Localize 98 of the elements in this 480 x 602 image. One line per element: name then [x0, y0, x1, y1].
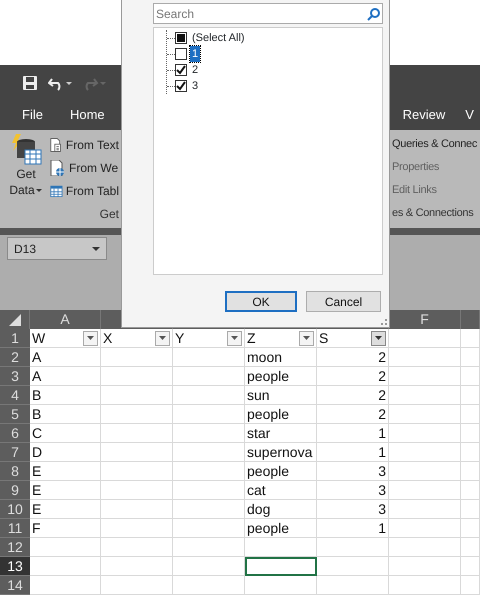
table-cell: dog: [245, 500, 317, 519]
table-cell: cat: [245, 481, 317, 500]
database-icon: [10, 134, 42, 166]
get-data-button[interactable]: Get Data: [8, 134, 44, 208]
ribbon-command[interactable]: From We: [69, 158, 118, 176]
table-cell: B: [30, 386, 101, 405]
ribbon-tab[interactable]: Review: [402, 105, 446, 125]
checkbox[interactable]: [175, 80, 187, 92]
column-header[interactable]: F: [389, 310, 461, 329]
row-header[interactable]: 11: [0, 519, 30, 538]
list-item[interactable]: 2: [190, 62, 200, 78]
save-icon[interactable]: [22, 74, 38, 90]
header-cell: Z: [247, 329, 256, 347]
table-cell: E: [30, 481, 101, 500]
table-cell: 3: [317, 462, 389, 481]
table-cell: F: [30, 519, 101, 538]
ok-button[interactable]: OK: [225, 291, 297, 312]
checkbox[interactable]: [175, 32, 187, 44]
ribbon-command[interactable]: From Text: [66, 136, 119, 154]
table-cell: 1: [317, 519, 389, 538]
table-cell: 2: [317, 405, 389, 424]
column-header[interactable]: A: [30, 310, 101, 329]
header-cell: X: [103, 329, 112, 347]
table-cell: people: [245, 367, 317, 386]
caret-icon: [87, 336, 94, 340]
row-header[interactable]: 1: [0, 329, 30, 348]
table-cell: 3: [317, 500, 389, 519]
search-field[interactable]: Search: [153, 3, 383, 24]
table-cell: E: [30, 462, 101, 481]
caret-icon: [159, 336, 166, 340]
select-all-icon[interactable]: [8, 314, 20, 326]
search-icon[interactable]: [367, 7, 381, 21]
table-cell: moon: [245, 348, 317, 367]
table-cell: E: [30, 500, 101, 519]
table-cell: 3: [317, 481, 389, 500]
row-header[interactable]: 5: [0, 405, 30, 424]
caret-icon: [375, 336, 382, 340]
ribbon-tab[interactable]: V: [465, 105, 474, 125]
caret-icon[interactable]: [92, 246, 100, 250]
table-cell: A: [30, 367, 101, 386]
table-cell: D: [30, 443, 101, 462]
table-cell: people: [245, 405, 317, 424]
table-cell: 2: [317, 348, 389, 367]
caret-icon: [34, 188, 43, 193]
group-label: es & Connections: [392, 206, 474, 221]
row-header[interactable]: 8: [0, 462, 30, 481]
row-header[interactable]: 7: [0, 443, 30, 462]
table-cell: people: [245, 519, 317, 538]
ribbon-command: Properties: [392, 160, 440, 176]
caret-icon: [231, 336, 238, 340]
header-cell: S: [319, 329, 328, 347]
filter-button[interactable]: [155, 330, 170, 346]
row-header[interactable]: 6: [0, 424, 30, 443]
filter-button[interactable]: [299, 330, 314, 346]
list-item[interactable]: 3: [190, 78, 200, 94]
table-cell: 2: [317, 386, 389, 405]
row-header[interactable]: 10: [0, 500, 30, 519]
header-cell: W: [32, 329, 46, 347]
ribbon-command: Edit Links: [392, 183, 437, 198]
table-cell: supernova: [245, 443, 317, 462]
row-header[interactable]: 12: [0, 538, 30, 557]
checkbox[interactable]: [175, 64, 187, 76]
row-header[interactable]: 3: [0, 367, 30, 386]
header-cell: Y: [175, 329, 184, 347]
ribbon-command[interactable]: From Tabl: [66, 182, 119, 200]
table-cell: star: [245, 424, 317, 443]
table-cell: 1: [317, 424, 389, 443]
table-cell: A: [30, 348, 101, 367]
ribbon-tab[interactable]: File: [22, 105, 43, 125]
caret-icon: [303, 336, 310, 340]
globe-document-icon: [50, 160, 66, 176]
table-cell: 1: [317, 443, 389, 462]
row-header[interactable]: 2: [0, 348, 30, 367]
table-cell: C: [30, 424, 101, 443]
table-cell: people: [245, 462, 317, 481]
resize-grip-icon[interactable]: [381, 319, 387, 325]
filter-button[interactable]: [371, 330, 386, 346]
ribbon-tab[interactable]: Home: [70, 105, 105, 125]
checkbox[interactable]: [175, 48, 187, 60]
row-header[interactable]: 14: [0, 576, 30, 595]
group-label: Get: [100, 206, 119, 223]
cell-reference: D13: [14, 240, 36, 258]
column-header[interactable]: [461, 310, 480, 329]
row-header[interactable]: 13: [0, 557, 30, 576]
name-box[interactable]: D13: [7, 237, 107, 260]
filter-button[interactable]: [83, 330, 98, 346]
list-item[interactable]: (Select All): [190, 30, 247, 46]
row-header[interactable]: 9: [0, 481, 30, 500]
row-header[interactable]: 4: [0, 386, 30, 405]
ribbon-command[interactable]: Queries & Connec: [392, 136, 478, 153]
table-cell: sun: [245, 386, 317, 405]
cancel-button[interactable]: Cancel: [306, 291, 381, 312]
table-cell: 2: [317, 367, 389, 386]
document-icon: [50, 136, 63, 152]
table-cell: B: [30, 405, 101, 424]
list-item[interactable]: 1: [190, 46, 200, 62]
selected-cell[interactable]: [245, 557, 317, 576]
filter-button[interactable]: [227, 330, 242, 346]
